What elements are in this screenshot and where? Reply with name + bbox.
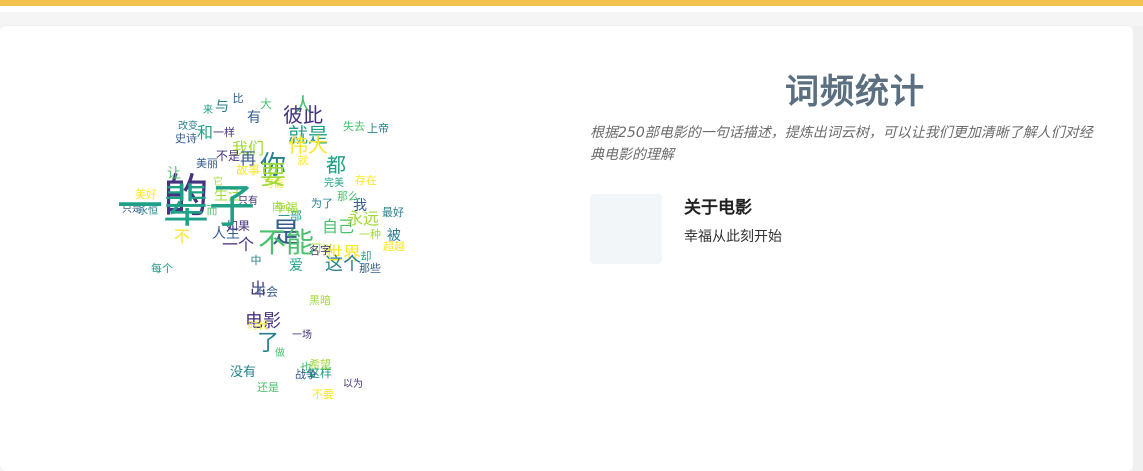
word-cloud-canvas: 的是你就是人我们世界电影人生了都自己永远不 一个我被和让生活故事不是有与爱大可以就… [117,92,405,401]
cloud-word: 以为 [343,378,363,390]
cloud-word: 不是 [216,149,240,163]
cloud-word: 爱 [289,258,303,274]
page-title: 词频统计 [785,72,925,112]
cloud-word: 那些 [359,261,381,275]
cloud-word: 黑暗 [309,293,331,307]
cloud-word: 再 [240,149,256,168]
cloud-word: 时代 [248,320,268,332]
cloud-word: 一样 [213,125,235,139]
cloud-word: 那么 [337,190,359,203]
cloud-word: 一辈子 [117,179,255,233]
page-scrollbar[interactable] [1133,26,1143,471]
cloud-word: 和 [197,123,213,142]
cloud-word: 上帝 [367,121,389,135]
cloud-word: 做 [275,346,285,359]
cloud-word: 一场 [292,328,312,341]
page-description: 根据250部电影的一句话描述，提炼出词云树，可以让我们更加清晰了解人们对经典电影… [590,125,1093,163]
cloud-word: 希望 [309,357,331,371]
cloud-word: 内心 [272,199,294,213]
cloud-word: 史诗 [175,131,197,145]
cloud-word: 不会 [254,285,278,299]
top-accent-bar [0,0,1143,12]
about-movie-heading: 关于电影 [684,198,752,218]
cloud-word: 失去 [343,120,365,133]
cloud-word: 来 [203,104,213,116]
cloud-word: 伟大 [288,133,328,157]
cloud-word: 与 [215,99,229,115]
cloud-word: 存在 [355,173,377,187]
cloud-word: 有 [247,110,261,126]
cloud-word: 为了 [311,197,333,210]
cloud-word: 一个 [222,235,254,254]
movie-thumbnail[interactable] [590,194,662,264]
cloud-word: 要 [260,161,286,191]
word-cloud-tree: 的是你就是人我们 世界 电影 人生了都自己 永远不一个我被和让生活 故事 不是有与爱大可以就… [108,92,428,412]
cloud-word: 彼此 [283,103,323,127]
cloud-word: 却 [361,250,372,263]
cloud-word: 改变 [178,119,198,132]
cloud-word: 最好 [382,205,404,219]
cloud-word: 超越 [383,239,405,253]
cloud-word: 不能 [258,226,314,259]
cloud-word: 还是 [257,381,279,394]
about-movie-text: 幸福从此刻开始 [684,229,782,245]
cloud-word: 这个 [325,254,361,275]
cloud-word: 每个 [151,261,173,275]
cloud-word: 一种 [359,227,381,241]
cloud-word: 都 [326,153,346,177]
cloud-word: 美丽 [196,157,218,170]
cloud-word: 大 [260,97,272,111]
cloud-word: 没有 [230,365,256,380]
cloud-word: 不要 [312,388,334,401]
cloud-word: 完美 [324,176,344,189]
cloud-word: 比 [233,92,244,105]
